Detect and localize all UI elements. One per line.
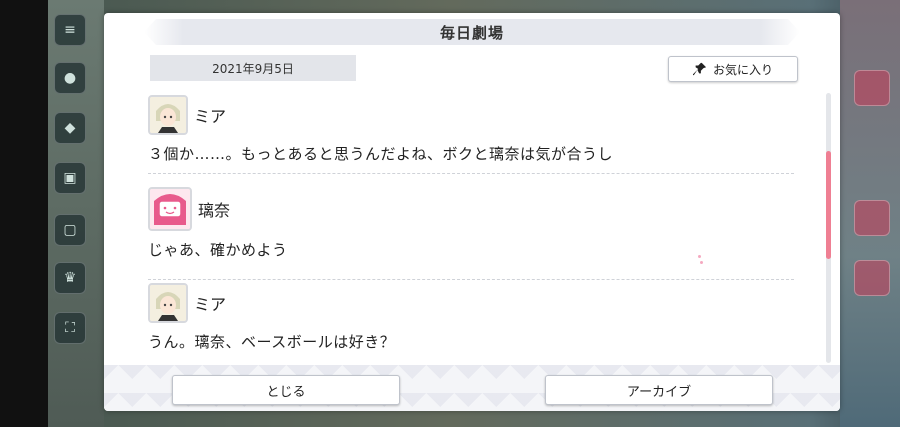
- dialogue-entry: ミア うん。璃奈、ベースボールは好き？: [148, 283, 794, 365]
- scroll-thumb[interactable]: [826, 151, 831, 259]
- speaker-name: ミア: [194, 107, 227, 126]
- dialogue-list[interactable]: ミア ３個か……。もっとあると思うんだよね、ボクと璃奈は気が合うし 璃奈 じゃあ…: [148, 91, 794, 365]
- gift-icon[interactable]: ▣: [54, 162, 86, 194]
- favorite-label: お気に入り: [712, 62, 773, 77]
- sparkle-decoration: [698, 255, 701, 258]
- speaker-name: ミア: [194, 295, 227, 314]
- fullscreen-icon[interactable]: ⛶: [54, 312, 86, 344]
- dialogue-text: うん。璃奈、ベースボールは好き？: [148, 333, 396, 351]
- dialog-title-bar: 毎日劇場: [144, 19, 800, 45]
- chat-icon[interactable]: ●: [54, 62, 86, 94]
- mia-avatar: [148, 283, 188, 323]
- dialogue-entry: ミア ３個か……。もっとあると思うんだよね、ボクと璃奈は気が合うし: [148, 95, 794, 174]
- daily-theater-dialog: 毎日劇場 2021年9月5日 お気に入り ミア ３個か……。もっとあると思うんだ…: [104, 13, 840, 411]
- dialog-title: 毎日劇場: [439, 23, 504, 42]
- audition-banner-icon[interactable]: [854, 260, 890, 296]
- mia-avatar: [148, 95, 188, 135]
- speaker-name: 璃奈: [198, 201, 231, 220]
- trophy-icon[interactable]: ♛: [54, 262, 86, 294]
- favorite-button[interactable]: お気に入り: [668, 56, 798, 82]
- rina-avatar: [148, 187, 192, 231]
- dialogue-entry: 璃奈 じゃあ、確かめよう: [148, 187, 794, 280]
- close-button[interactable]: とじる: [172, 375, 400, 405]
- event-banner-icon[interactable]: [854, 70, 890, 106]
- point-icon[interactable]: ◆: [54, 112, 86, 144]
- pin-icon: [692, 62, 707, 76]
- date-label: 2021年9月5日: [150, 55, 356, 81]
- archive-button[interactable]: アーカイブ: [545, 375, 773, 405]
- screen-edge: [0, 0, 48, 427]
- dialogue-text: ３個か……。もっとあると思うんだよね、ボクと璃奈は気が合うし: [148, 145, 614, 163]
- story-banner-icon[interactable]: [854, 200, 890, 236]
- sparkle-decoration: [700, 261, 703, 264]
- menu-icon[interactable]: ≡: [54, 14, 86, 46]
- screen-icon[interactable]: ▢: [54, 214, 86, 246]
- scrollbar[interactable]: [826, 93, 831, 363]
